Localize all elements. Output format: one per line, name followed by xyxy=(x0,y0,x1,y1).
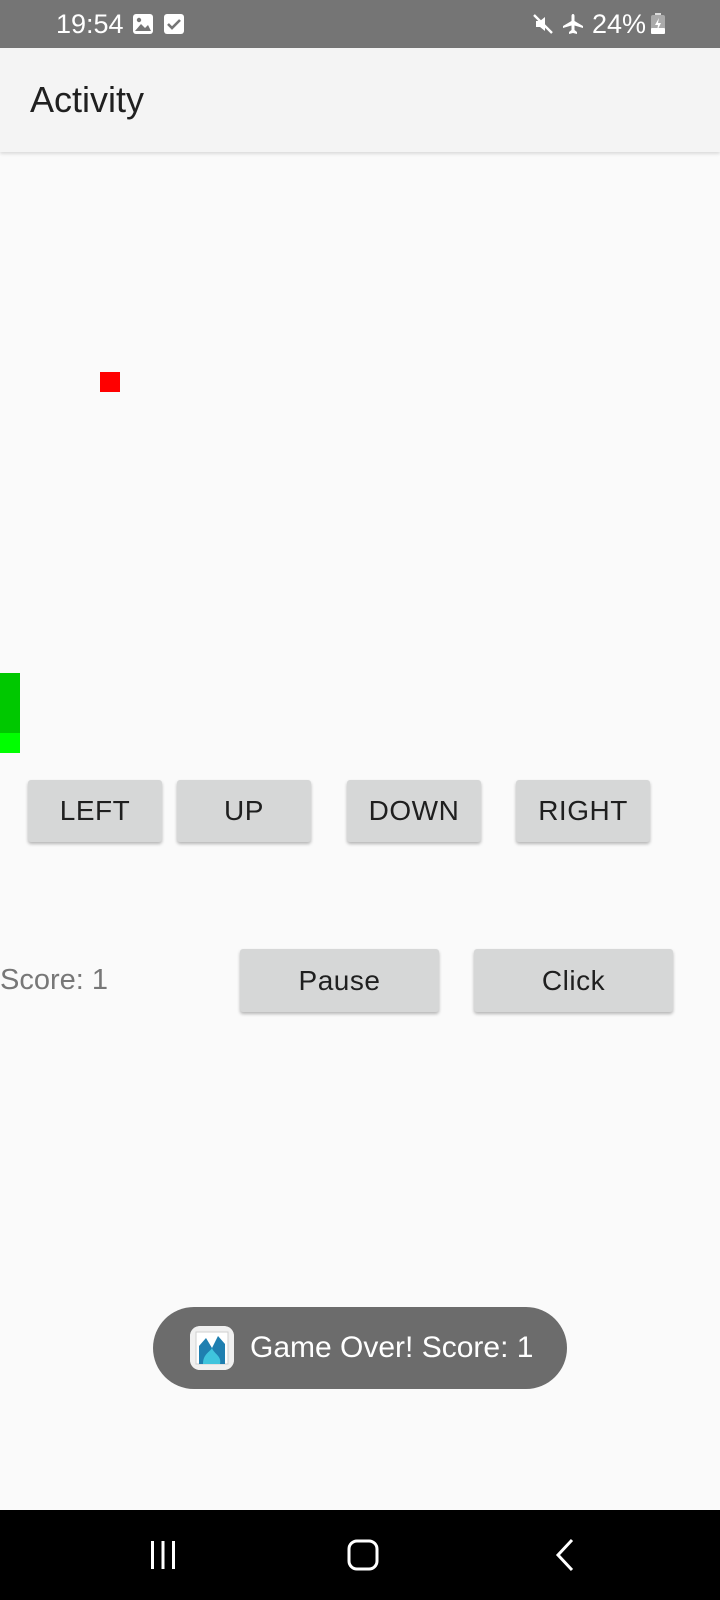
status-time: 19:54 xyxy=(56,9,124,39)
toast-message: Game Over! Score: 1 xyxy=(250,1331,534,1364)
score-label: Score: 1 xyxy=(0,964,108,996)
back-icon[interactable] xyxy=(546,1535,586,1575)
up-button[interactable]: UP xyxy=(177,780,311,842)
screen: 19:54 24% Activity LEFT UP DOWN RIGHT Sc… xyxy=(0,0,720,1600)
down-button[interactable]: DOWN xyxy=(347,780,481,842)
game-board[interactable] xyxy=(0,152,720,753)
snake-body xyxy=(0,673,20,733)
snake-head xyxy=(0,733,20,753)
food-item xyxy=(100,372,120,392)
app-bar: Activity xyxy=(0,48,720,152)
image-icon xyxy=(133,14,153,34)
battery-percent: 24% xyxy=(592,9,647,39)
battery-icon xyxy=(651,13,665,34)
page-title: Activity xyxy=(30,79,145,120)
home-icon[interactable] xyxy=(343,1535,383,1575)
navigation-bar xyxy=(0,1510,720,1600)
pause-button[interactable]: Pause xyxy=(240,949,439,1012)
toast: Game Over! Score: 1 xyxy=(153,1307,567,1389)
click-button[interactable]: Click xyxy=(474,949,673,1012)
airplane-icon xyxy=(563,14,583,34)
left-button[interactable]: LEFT xyxy=(28,780,162,842)
recents-icon[interactable] xyxy=(143,1535,183,1575)
right-button[interactable]: RIGHT xyxy=(516,780,650,842)
status-bar: 19:54 24% xyxy=(0,0,720,48)
check-box-icon xyxy=(164,14,184,34)
app-icon xyxy=(190,1326,234,1370)
mute-icon xyxy=(533,14,553,34)
